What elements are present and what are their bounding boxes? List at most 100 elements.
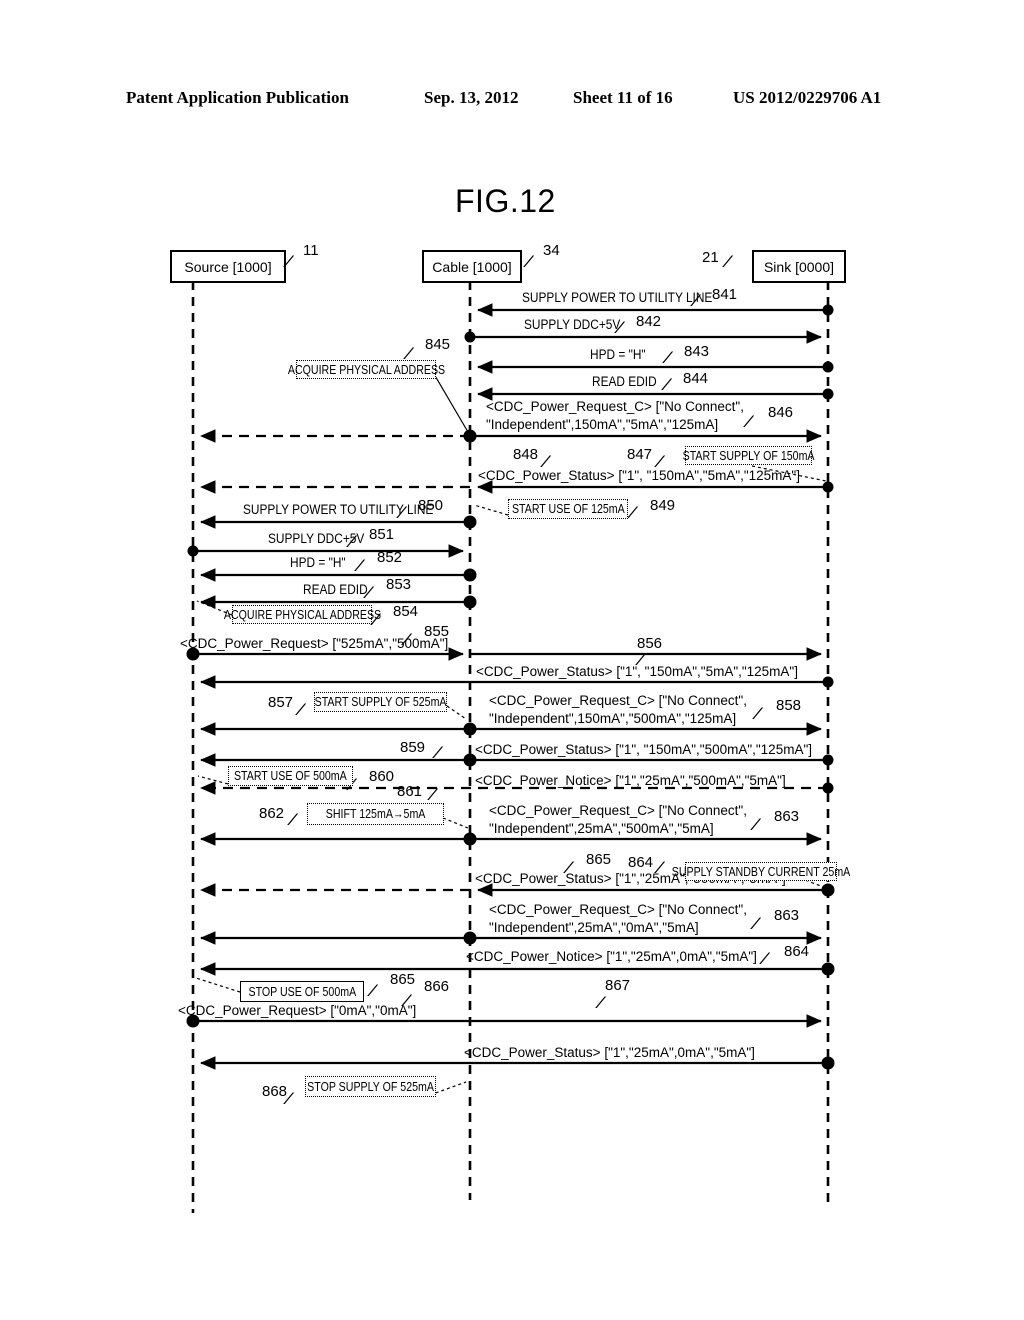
ref-hook-844: ⁄	[665, 375, 670, 394]
ref-number-849: 849	[650, 497, 676, 514]
diagram-vector-layer	[186, 281, 835, 1213]
message-label-863b-line2: "Independent",25mA","0mA","5mA]	[489, 920, 699, 935]
action-label-864: SUPPLY STANDBY CURRENT 25mA	[671, 864, 851, 879]
ref-hook-863b: ⁄	[754, 914, 759, 933]
action-box-862[interactable]: SHIFT 125mA→5mA	[307, 803, 444, 825]
ref-number-848: 848	[513, 446, 539, 463]
ref-hook-853: ⁄	[367, 583, 372, 602]
ref-number-865b: 865	[390, 971, 416, 988]
ref-number-sink: 21	[702, 249, 719, 266]
message-label-852: HPD = "H"	[290, 555, 346, 570]
actor-label-sink: Sink [0000]	[763, 258, 835, 275]
actor-box-cable[interactable]: Cable [1000]	[422, 250, 522, 283]
ref-number-844: 844	[683, 370, 709, 387]
message-label-863b-line1: <CDC_Power_Request_C> ["No Connect",	[489, 902, 747, 917]
ref-hook-865b: ⁄	[371, 981, 376, 1000]
ref-number-847: 847	[627, 446, 653, 463]
message-label-855: <CDC_Power_Request> ["525mA","500mA"]	[180, 636, 449, 651]
action-box-845[interactable]: ACQUIRE PHYSICAL ADDRESS	[287, 360, 445, 379]
ref-number-861: 861	[397, 783, 423, 800]
message-label-867: <CDC_Power_Status> ["1","25mA",0mA","5mA…	[464, 1045, 755, 1060]
ref-number-863b: 863	[774, 907, 800, 924]
ref-number-859: 859	[400, 739, 426, 756]
message-label-864b: <CDC_Power_Notice> ["1","25mA",0mA","5mA…	[466, 949, 757, 964]
message-label-848: <CDC_Power_Status> ["1", "150mA","5mA","…	[478, 468, 800, 483]
action-box-849[interactable]: START USE OF 125mA	[508, 499, 628, 519]
ref-number-852: 852	[377, 549, 403, 566]
ref-hook-849: ⁄	[631, 503, 636, 522]
ref-number-cable: 34	[543, 242, 560, 259]
ref-number-841: 841	[712, 286, 738, 303]
actor-box-source[interactable]: Source [1000]	[170, 250, 286, 283]
action-label-857: START SUPPLY OF 525mA	[314, 695, 447, 709]
ref-hook-851: ⁄	[350, 532, 355, 551]
action-label-854: ACQUIRE PHYSICAL ADDRESS	[223, 607, 381, 622]
action-box-857[interactable]: START SUPPLY OF 525mA	[314, 692, 447, 712]
ref-number-850: 850	[418, 497, 444, 514]
ref-hook-863: ⁄	[754, 815, 759, 834]
ref-hook-864b: ⁄	[763, 949, 768, 968]
ref-hook-857: ⁄	[299, 700, 304, 719]
ref-hook-21: ⁄	[726, 252, 731, 271]
ref-number-845: 845	[425, 336, 451, 353]
ref-hook-852: ⁄	[358, 556, 363, 575]
action-box-864[interactable]: SUPPLY STANDBY CURRENT 25mA	[672, 862, 850, 881]
ref-number-864: 864	[628, 854, 654, 871]
action-box-860[interactable]: START USE OF 500mA	[228, 766, 353, 786]
message-label-861: <CDC_Power_Notice> ["1","25mA","500mA","…	[475, 773, 786, 788]
ref-number-851: 851	[369, 526, 395, 543]
ref-hook-862: ⁄	[291, 810, 296, 829]
ref-number-860: 860	[369, 768, 395, 785]
action-label-865b: STOP USE OF 500mA	[248, 984, 356, 999]
actor-label-source: Source [1000]	[184, 258, 272, 275]
ref-hook-846: ⁄	[747, 412, 752, 431]
ref-hook-847: ⁄	[658, 452, 663, 471]
actor-label-cable: Cable [1000]	[432, 258, 512, 275]
action-box-854[interactable]: ACQUIRE PHYSICAL ADDRESS	[223, 605, 381, 624]
message-label-841: SUPPLY POWER TO UTILITY LINE	[522, 290, 713, 305]
action-label-849: START USE OF 125mA	[511, 502, 625, 516]
message-label-859: <CDC_Power_Status> ["1", "150mA","500mA"…	[475, 742, 812, 757]
message-label-843: HPD = "H"	[590, 347, 646, 362]
ref-number-858: 858	[776, 697, 802, 714]
message-label-846-line1: <CDC_Power_Request_C> ["No Connect",	[486, 399, 744, 414]
actor-box-sink[interactable]: Sink [0000]	[752, 250, 846, 283]
message-label-850: SUPPLY POWER TO UTILITY LINE	[243, 502, 434, 517]
ref-hook-843: ⁄	[666, 348, 671, 367]
ref-number-853: 853	[386, 576, 412, 593]
ref-number-854: 854	[393, 603, 419, 620]
message-label-863-line1: <CDC_Power_Request_C> ["No Connect",	[489, 803, 747, 818]
ref-number-864b: 864	[784, 943, 810, 960]
ref-number-857: 857	[268, 694, 294, 711]
ref-hook-850: ⁄	[400, 503, 405, 522]
ref-hook-861: ⁄	[431, 785, 436, 804]
ref-hook-859: ⁄	[436, 743, 441, 762]
message-label-842: SUPPLY DDC+5V	[524, 317, 621, 332]
message-label-853: READ EDID	[303, 582, 368, 597]
message-label-858-line2: "Independent",150mA","500mA","125mA]	[489, 711, 737, 726]
action-label-860: START USE OF 500mA	[234, 769, 347, 783]
message-label-858-line1: <CDC_Power_Request_C> ["No Connect",	[489, 693, 747, 708]
message-label-844: READ EDID	[592, 374, 657, 389]
ref-number-867: 867	[605, 977, 631, 994]
ref-hook-841: ⁄	[694, 291, 699, 310]
action-label-868: STOP SUPPLY OF 525mA	[307, 1079, 434, 1094]
action-label-862: SHIFT 125mA→5mA	[325, 807, 426, 821]
sequence-diagram: Source [1000] Cable [1000] Sink [0000] ⁄…	[0, 0, 1024, 1320]
message-label-863-line2: "Independent",25mA","500mA","5mA]	[489, 821, 714, 836]
action-label-847: START SUPPLY OF 150mA	[682, 448, 815, 463]
ref-number-842: 842	[636, 313, 662, 330]
action-box-868[interactable]: STOP SUPPLY OF 525mA	[305, 1076, 436, 1097]
ref-number-846: 846	[768, 404, 794, 421]
ref-hook-858: ⁄	[756, 704, 761, 723]
ref-number-865: 865	[586, 851, 612, 868]
action-box-847[interactable]: START SUPPLY OF 150mA	[682, 446, 815, 465]
action-box-865b[interactable]: STOP USE OF 500mA	[240, 981, 364, 1002]
ref-number-source: 11	[303, 242, 319, 259]
ref-hook-867: ⁄	[599, 993, 604, 1012]
message-label-846-line2: "Independent",150mA","5mA","125mA]	[486, 417, 719, 432]
ref-number-862: 862	[259, 805, 285, 822]
ref-number-843: 843	[684, 343, 710, 360]
ref-number-863: 863	[774, 808, 800, 825]
ref-hook-842: ⁄	[618, 318, 623, 337]
